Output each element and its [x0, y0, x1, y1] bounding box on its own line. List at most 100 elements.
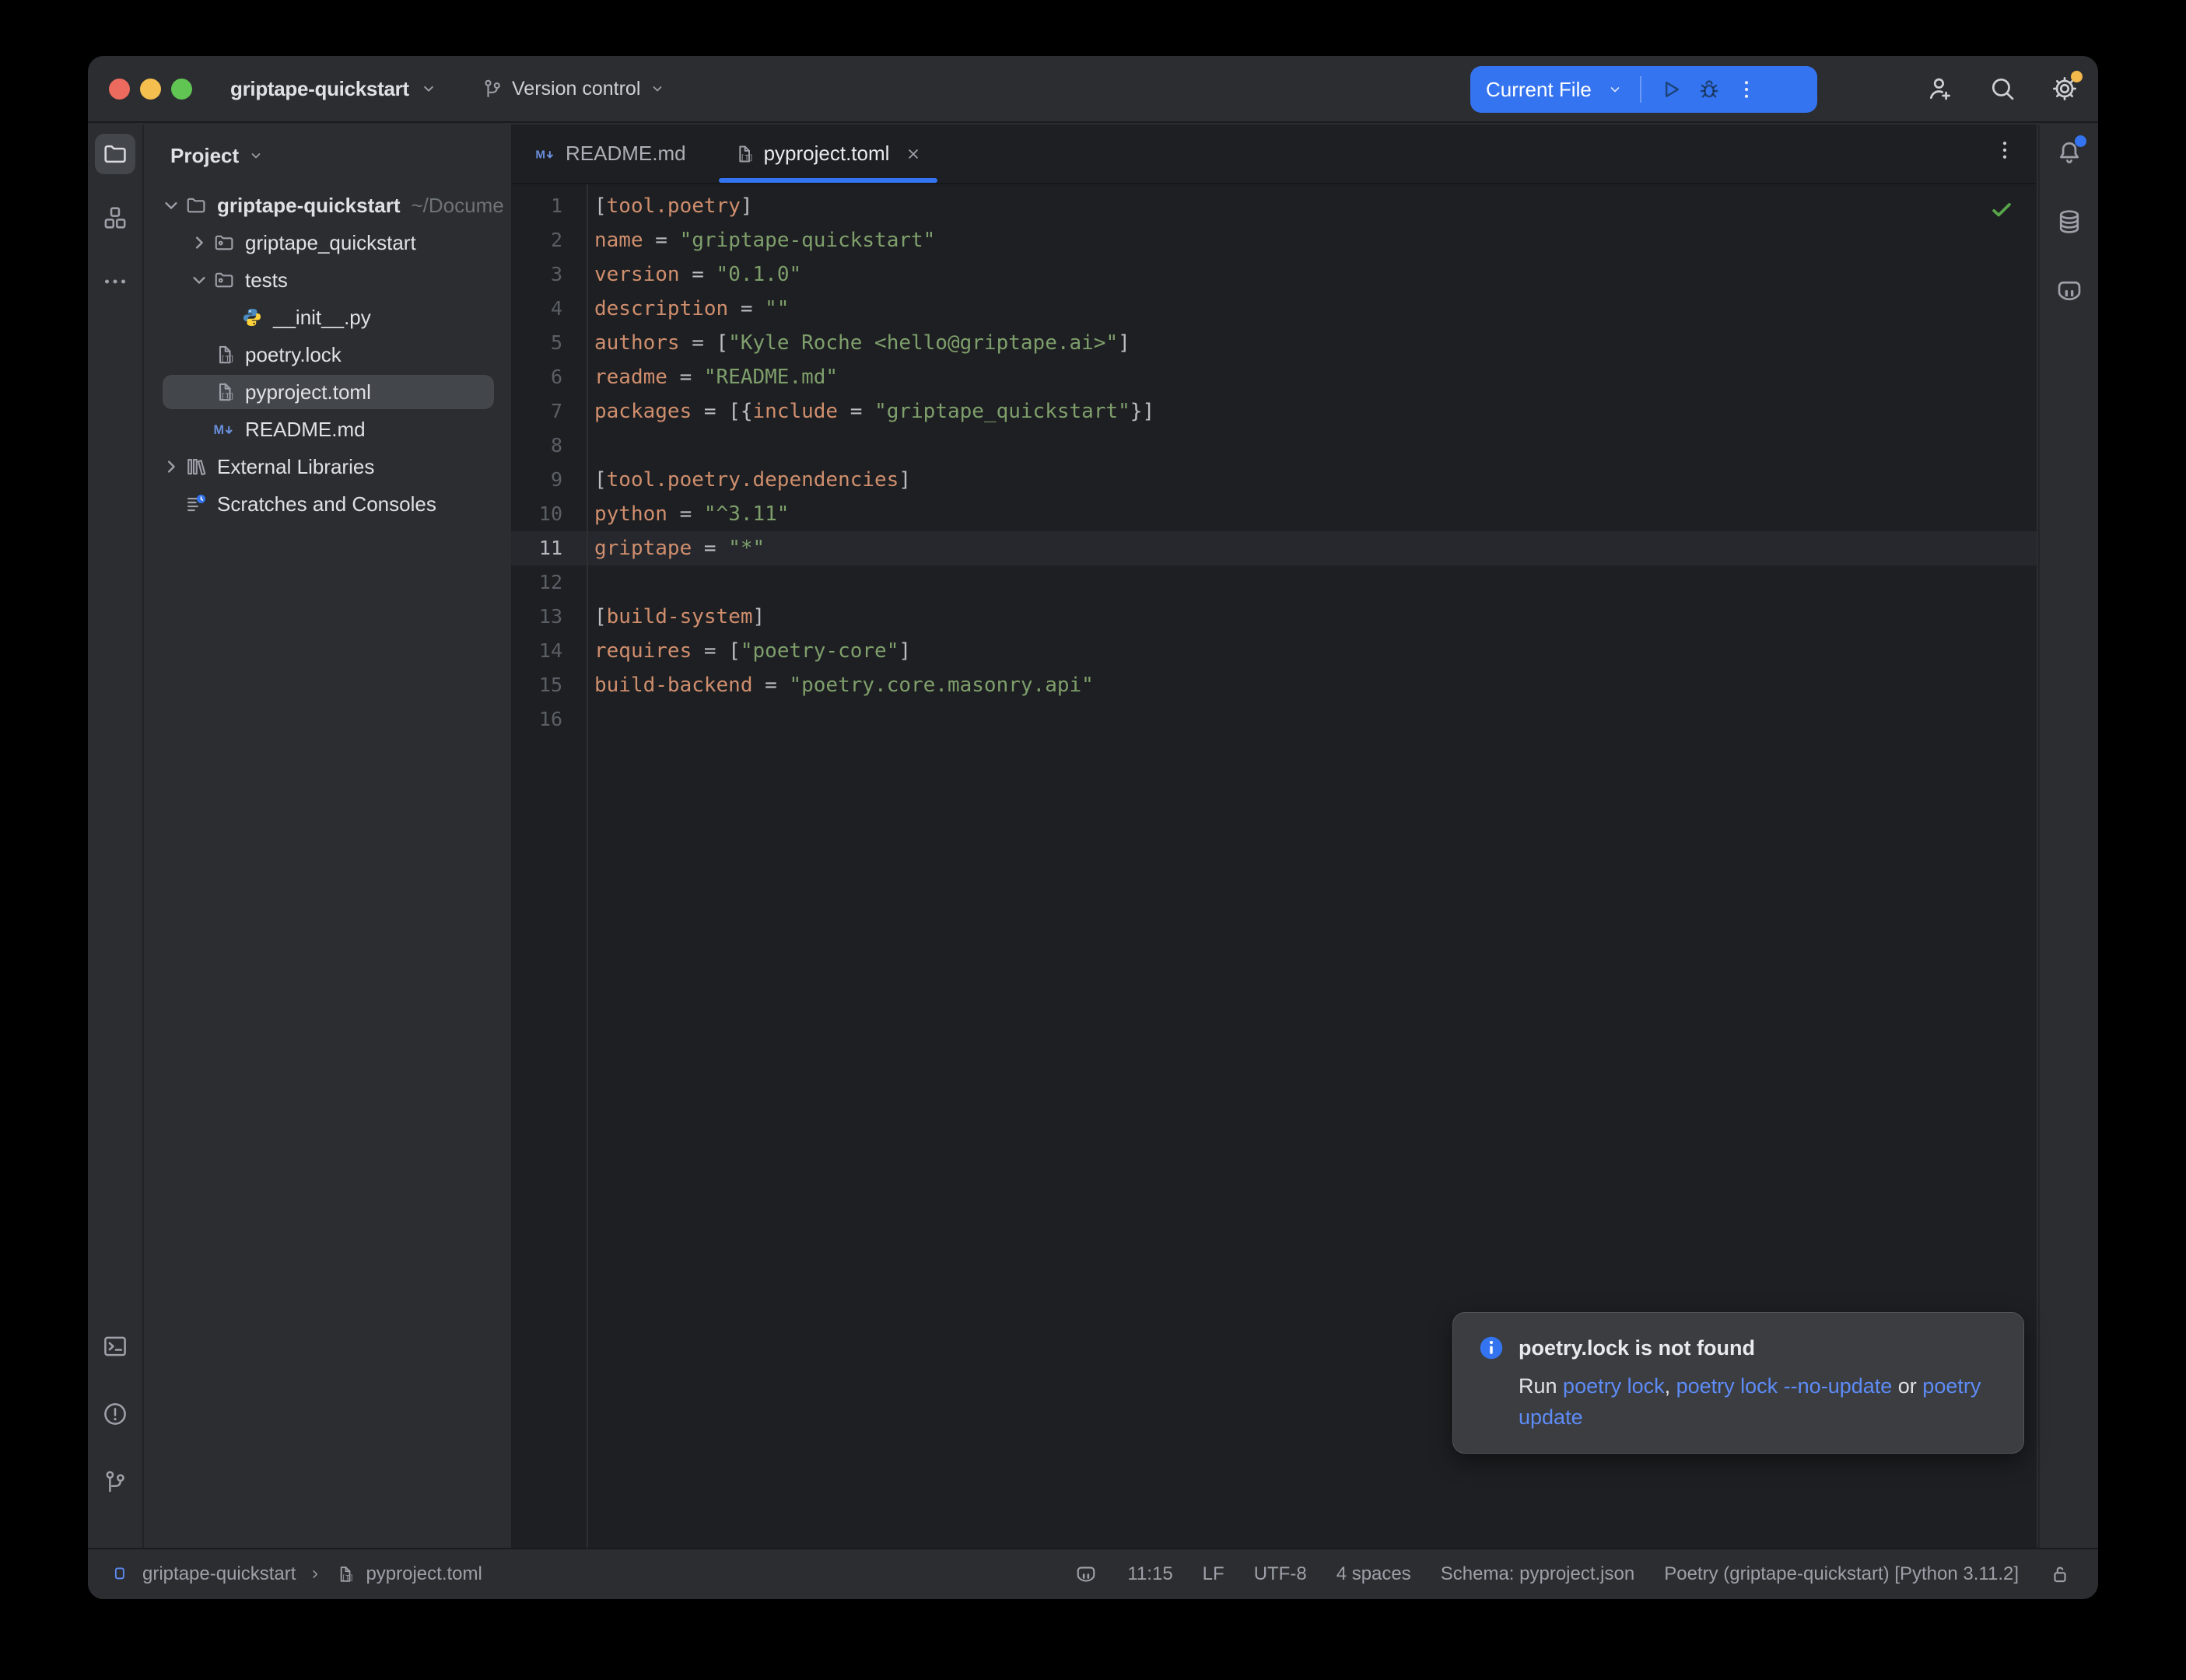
poetry-lock-no-update-link[interactable]: poetry lock --no-update — [1676, 1374, 1893, 1398]
status-cursor-position[interactable]: 11:15 — [1127, 1563, 1172, 1585]
line-number[interactable]: 1 — [511, 189, 587, 223]
line-number[interactable]: 16 — [511, 702, 587, 737]
code-line-1[interactable]: 1[tool.poetry] — [511, 189, 2037, 223]
copilot-status-icon[interactable] — [1074, 1563, 1098, 1586]
line-number[interactable]: 9 — [511, 463, 587, 497]
breadcrumb-griptape-quickstart[interactable]: griptape-quickstart — [142, 1563, 296, 1585]
search-everywhere-icon[interactable] — [1988, 74, 2017, 103]
version-control-tool-window-button[interactable] — [101, 1468, 129, 1500]
tree-item-readme-md[interactable]: MREADME.md — [145, 411, 510, 448]
close-window-button[interactable] — [109, 79, 130, 100]
code-line-14[interactable]: 14requires = ["poetry-core"] — [511, 634, 2037, 668]
line-number[interactable]: 2 — [511, 223, 587, 257]
toml-icon: [T] — [212, 343, 236, 366]
code-line-2[interactable]: 2name = "griptape-quickstart" — [511, 223, 2037, 257]
code-line-12[interactable]: 12 — [511, 565, 2037, 600]
main-area: Project griptape-quickstart~/Documegript… — [88, 124, 2098, 1548]
run-configuration-selector[interactable]: Current File — [1486, 78, 1592, 102]
pill-divider — [1640, 76, 1641, 103]
vcs-widget[interactable]: Version control — [481, 56, 667, 121]
tree-item-init-py[interactable]: __init__.py — [145, 299, 510, 336]
title-bar: griptape-quickstart Version control Curr… — [88, 56, 2098, 123]
code-line-11[interactable]: 11griptape = "*" — [511, 531, 2037, 565]
code-with-me-icon[interactable] — [1925, 74, 1955, 103]
tree-item-griptape-quickstart[interactable]: griptape_quickstart — [145, 224, 510, 261]
code-line-6[interactable]: 6readme = "README.md" — [511, 360, 2037, 394]
code-line-8[interactable]: 8 — [511, 429, 2037, 463]
chevron-down-icon[interactable] — [186, 270, 212, 290]
line-number[interactable]: 15 — [511, 668, 587, 702]
chevron-down-icon[interactable] — [158, 195, 184, 215]
breadcrumb-pyproject-toml[interactable]: pyproject.toml — [366, 1563, 482, 1585]
chevron-down-icon — [247, 146, 265, 165]
code-line-10[interactable]: 10python = "^3.11" — [511, 497, 2037, 531]
scratches-icon — [184, 492, 208, 516]
line-number[interactable]: 13 — [511, 600, 587, 634]
tab-label: pyproject.toml — [764, 142, 890, 166]
github-copilot-button[interactable] — [2055, 276, 2084, 310]
code-line-15[interactable]: 15build-backend = "poetry.core.masonry.a… — [511, 668, 2037, 702]
status-python-interpreter[interactable]: Poetry (griptape-quickstart) [Python 3.1… — [1664, 1563, 2019, 1585]
status-file-encoding[interactable]: UTF-8 — [1254, 1563, 1307, 1585]
status-json-schema[interactable]: Schema: pyproject.json — [1441, 1563, 1634, 1585]
line-number[interactable]: 14 — [511, 634, 587, 668]
chevron-down-icon[interactable] — [1606, 80, 1624, 99]
project-tool-window-button[interactable] — [95, 134, 135, 174]
chevron-down-icon — [648, 79, 667, 98]
line-number[interactable]: 6 — [511, 360, 587, 394]
code-line-4[interactable]: 4description = "" — [511, 292, 2037, 326]
line-number[interactable]: 8 — [511, 429, 587, 463]
breadcrumbs: griptape-quickstart [T] pyproject.toml — [111, 1563, 482, 1585]
debug-button[interactable] — [1696, 76, 1722, 103]
tree-item-scratches-and-consoles[interactable]: Scratches and Consoles — [145, 485, 510, 523]
lock-open-icon[interactable] — [2048, 1563, 2072, 1586]
tree-item-poetry-lock[interactable]: [T]poetry.lock — [145, 336, 510, 373]
problems-tool-window-button[interactable] — [101, 1400, 129, 1432]
line-number[interactable]: 5 — [511, 326, 587, 360]
code-line-7[interactable]: 7packages = [{include = "griptape_quicks… — [511, 394, 2037, 429]
database-tool-window-button[interactable] — [2055, 207, 2084, 240]
project-widget[interactable]: griptape-quickstart — [230, 56, 439, 121]
poetry-lock-link[interactable]: poetry lock — [1563, 1374, 1665, 1398]
minimize-window-button[interactable] — [140, 79, 161, 100]
code-lines: 1[tool.poetry]2name = "griptape-quicksta… — [511, 189, 2037, 737]
status-line-separator[interactable]: LF — [1203, 1563, 1224, 1585]
line-number[interactable]: 3 — [511, 257, 587, 292]
notifications-button[interactable] — [2055, 138, 2084, 171]
more-tool-windows-button[interactable] — [95, 261, 135, 302]
chevron-right-icon[interactable] — [186, 233, 212, 253]
chevron-right-icon[interactable] — [158, 457, 184, 477]
line-number[interactable]: 7 — [511, 394, 587, 429]
tab-close-icon[interactable] — [903, 144, 923, 164]
line-number[interactable]: 4 — [511, 292, 587, 326]
line-number[interactable]: 10 — [511, 497, 587, 531]
inspection-ok-check-icon[interactable] — [1988, 197, 2015, 223]
run-button[interactable] — [1657, 76, 1683, 103]
project-panel-header[interactable]: Project — [145, 124, 510, 187]
tree-item-pyproject-toml[interactable]: [T]pyproject.toml — [145, 373, 510, 411]
settings-gear-icon[interactable] — [2050, 74, 2079, 103]
python-icon — [240, 306, 264, 329]
tree-item-path: ~/Docume — [412, 194, 504, 218]
svg-text:[T]: [T] — [342, 1574, 354, 1582]
more-run-options-button[interactable] — [1735, 78, 1758, 101]
line-number[interactable]: 12 — [511, 565, 587, 600]
zoom-window-button[interactable] — [171, 79, 192, 100]
code-line-9[interactable]: 9[tool.poetry.dependencies] — [511, 463, 2037, 497]
code-line-3[interactable]: 3version = "0.1.0" — [511, 257, 2037, 292]
tab-pyproject-toml[interactable]: [T]pyproject.toml — [709, 124, 948, 183]
line-number[interactable]: 11 — [511, 531, 587, 565]
tree-item-tests[interactable]: tests — [145, 261, 510, 299]
line-text: [tool.poetry.dependencies] — [587, 463, 911, 497]
tab-readme-md[interactable]: MREADME.md — [511, 124, 709, 183]
code-line-5[interactable]: 5authors = ["Kyle Roche <hello@griptape.… — [511, 326, 2037, 360]
editor-options-kebab-icon[interactable] — [1993, 138, 2016, 162]
structure-tool-window-button[interactable] — [95, 198, 135, 238]
terminal-tool-window-button[interactable] — [101, 1332, 129, 1364]
code-line-16[interactable]: 16 — [511, 702, 2037, 737]
tree-item-griptape-quickstart[interactable]: griptape-quickstart~/Docume — [145, 187, 510, 224]
tree-item-external-libraries[interactable]: External Libraries — [145, 448, 510, 485]
status-indent-style[interactable]: 4 spaces — [1336, 1563, 1411, 1585]
code-line-13[interactable]: 13[build-system] — [511, 600, 2037, 634]
tree-item-label: Scratches and Consoles — [217, 492, 436, 516]
